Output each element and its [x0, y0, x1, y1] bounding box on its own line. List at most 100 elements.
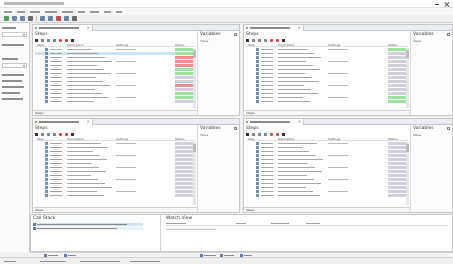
step-row[interactable] [35, 48, 193, 51]
step-row[interactable] [35, 142, 193, 145]
menu-item-8[interactable] [104, 10, 111, 13]
new-step-icon[interactable] [246, 38, 249, 42]
step-row[interactable] [246, 48, 406, 51]
step-row[interactable] [35, 84, 193, 87]
pin-icon[interactable] [234, 127, 237, 130]
step-row[interactable] [246, 92, 406, 95]
call-stack-frame[interactable] [33, 227, 143, 230]
breakpoint-icon[interactable] [56, 16, 61, 21]
breakpoint-icon[interactable] [270, 132, 273, 136]
step-row[interactable] [246, 64, 406, 67]
new-step-icon[interactable] [246, 132, 249, 136]
close-tab-icon[interactable]: × [87, 120, 90, 124]
run-icon[interactable] [4, 16, 9, 21]
step-row[interactable] [35, 76, 193, 79]
pin-icon[interactable] [447, 127, 450, 130]
step-row[interactable] [246, 182, 406, 185]
stop-icon[interactable] [276, 38, 279, 42]
step-row[interactable] [35, 64, 193, 67]
step-row[interactable] [35, 146, 193, 149]
sidebar-dropdown[interactable] [2, 63, 27, 68]
step-row[interactable] [246, 146, 406, 149]
step-row[interactable] [35, 96, 193, 99]
step-row[interactable] [246, 76, 406, 79]
tab-steps[interactable]: Steps [246, 209, 254, 212]
step-row[interactable] [35, 56, 193, 59]
pin-icon[interactable] [447, 33, 450, 36]
step-row[interactable] [35, 92, 193, 95]
step-row[interactable] [246, 154, 406, 157]
step-row[interactable] [246, 190, 406, 193]
breakpoint-icon[interactable] [59, 38, 62, 42]
step-down-icon[interactable] [47, 38, 50, 42]
step-row[interactable] [246, 80, 406, 83]
pin-icon[interactable] [234, 33, 237, 36]
step-row[interactable] [246, 88, 406, 91]
step-row[interactable] [35, 158, 193, 161]
step-row[interactable] [35, 80, 193, 83]
new-step-icon[interactable] [35, 132, 38, 136]
step-up-icon[interactable] [41, 38, 44, 42]
step-row[interactable] [35, 52, 193, 55]
open-icon[interactable] [12, 16, 17, 21]
step-row[interactable] [35, 194, 193, 197]
stop-icon[interactable] [65, 38, 68, 42]
menu-item-9[interactable] [116, 10, 122, 13]
step-row[interactable] [246, 142, 406, 145]
sidebar-item[interactable] [2, 73, 24, 76]
step-row[interactable] [246, 68, 406, 71]
step-down-icon[interactable] [258, 132, 261, 136]
more-icon[interactable] [71, 132, 74, 136]
step-up-icon[interactable] [41, 132, 44, 136]
cut-icon[interactable] [53, 38, 56, 42]
steps-scrollbar[interactable] [193, 48, 196, 108]
step-down-icon[interactable] [258, 38, 261, 42]
steps-scrollbar[interactable] [406, 48, 409, 108]
menu-item-3[interactable] [30, 10, 40, 13]
step-row[interactable] [35, 154, 193, 157]
step-row[interactable] [35, 178, 193, 181]
step-up-icon[interactable] [252, 132, 255, 136]
sidebar-item[interactable] [2, 85, 24, 88]
pane-tab[interactable]: × [244, 25, 304, 31]
breakpoint-icon[interactable] [59, 132, 62, 136]
step-row[interactable] [246, 60, 406, 63]
step-down-icon[interactable] [47, 132, 50, 136]
step-over-icon[interactable] [48, 16, 53, 21]
pane-tab[interactable]: × [33, 25, 93, 31]
step-row[interactable] [246, 194, 406, 197]
pane-tab[interactable]: × [33, 119, 93, 125]
step-row[interactable] [246, 170, 406, 173]
tab-steps[interactable]: Steps [35, 112, 43, 115]
minimize-icon[interactable] [434, 1, 440, 7]
step-row[interactable] [246, 96, 406, 99]
sidebar-dropdown[interactable] [2, 32, 27, 37]
new-step-icon[interactable] [35, 38, 38, 42]
steps-scrollbar[interactable] [193, 142, 196, 205]
step-row[interactable] [246, 84, 406, 87]
close-tab-icon[interactable]: × [298, 120, 301, 124]
menu-item-6[interactable] [78, 10, 85, 13]
menu-item-4[interactable] [45, 10, 57, 13]
menu-item-7[interactable] [90, 10, 99, 13]
step-row[interactable] [246, 166, 406, 169]
sidebar-item[interactable] [2, 43, 24, 46]
settings-icon[interactable] [28, 16, 33, 21]
step-row[interactable] [35, 150, 193, 153]
step-row[interactable] [35, 174, 193, 177]
step-row[interactable] [246, 174, 406, 177]
save-icon[interactable] [20, 16, 25, 21]
call-stack-frame[interactable] [33, 223, 143, 226]
step-row[interactable] [35, 88, 193, 91]
breakpoint-icon[interactable] [270, 38, 273, 42]
step-row[interactable] [35, 186, 193, 189]
cut-icon[interactable] [264, 132, 267, 136]
step-row[interactable] [246, 56, 406, 59]
step-row[interactable] [35, 166, 193, 169]
step-row[interactable] [35, 72, 193, 75]
help-icon[interactable] [72, 16, 77, 21]
more-icon[interactable] [282, 38, 285, 42]
menu-item-5[interactable] [62, 10, 73, 13]
step-row[interactable] [246, 72, 406, 75]
sidebar-item[interactable] [2, 97, 23, 100]
